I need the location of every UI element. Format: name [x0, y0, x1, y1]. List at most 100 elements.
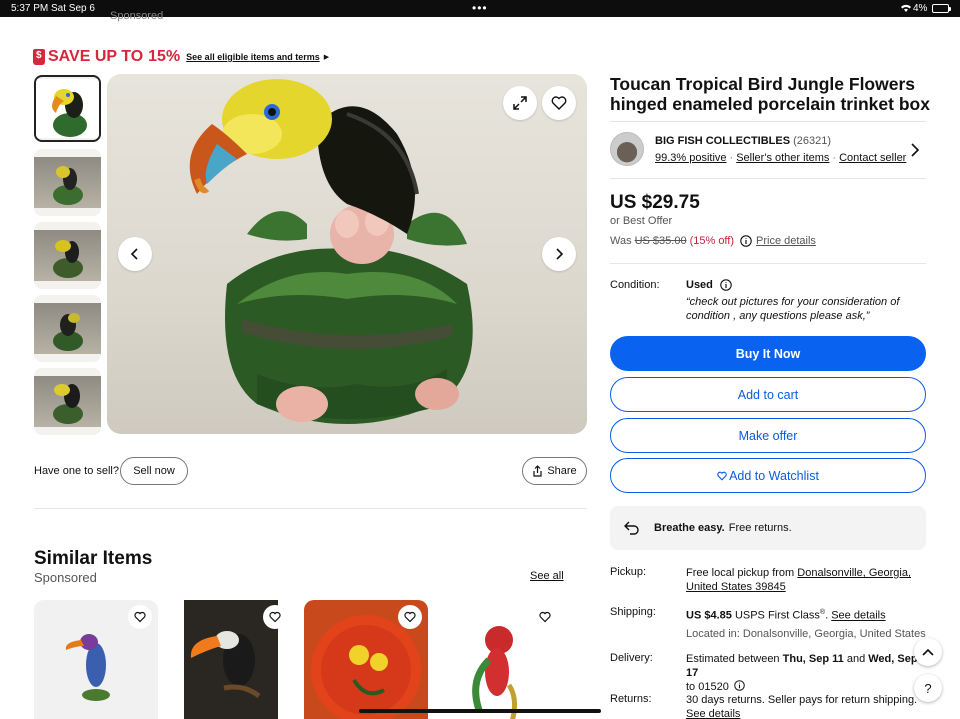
help-button[interactable]: ?	[914, 674, 942, 702]
fullscreen-button[interactable]	[503, 86, 537, 120]
battery-icon	[932, 4, 951, 13]
shipping-see-details-link[interactable]: See details	[831, 610, 885, 622]
shipping-value: US $4.85 USPS First Class®. See details	[686, 609, 886, 622]
share-button[interactable]: Share	[522, 457, 587, 485]
price-divider	[610, 263, 926, 264]
thumbnail-toucan-image	[52, 89, 87, 137]
delivery-and: and	[846, 653, 866, 665]
seller-other-items-link[interactable]: Seller's other items	[736, 152, 829, 164]
thumbnail-3[interactable]	[34, 222, 101, 289]
promo-percent: 15%	[148, 48, 181, 65]
seller-name[interactable]: BIG FISH COLLECTIBLES	[655, 135, 790, 147]
promo-save-text: SAVE UP TO	[48, 48, 144, 65]
was-label: Was	[610, 235, 632, 247]
returns-banner-bold: Breathe easy.	[654, 522, 725, 534]
heart-icon	[134, 611, 146, 623]
watchlist-label: Add to Watchlist	[729, 468, 819, 483]
multitask-dots-icon[interactable]: •••	[472, 1, 488, 15]
thumbnail-4[interactable]	[34, 295, 101, 362]
contact-seller-link[interactable]: Contact seller	[839, 152, 906, 164]
heart-icon	[269, 611, 281, 623]
seller-info[interactable]: BIG FISH COLLECTIBLES (26321)	[655, 135, 831, 147]
delivery-from: Thu, Sep 11	[782, 653, 844, 665]
shipping-label: Shipping:	[610, 606, 656, 618]
pickup-text: Free local pickup from	[686, 567, 795, 579]
returns-banner-text: Free returns.	[728, 522, 792, 534]
seller-divider	[610, 178, 926, 179]
sell-now-button[interactable]: Sell now	[120, 457, 188, 485]
similar-sponsored-label: Sponsored	[34, 570, 97, 585]
thumbnail-5[interactable]	[34, 368, 101, 435]
similar-item-heart-button[interactable]	[128, 605, 152, 629]
status-date: Sat Sep 6	[51, 3, 95, 14]
best-offer-label: or Best Offer	[610, 215, 673, 227]
original-price: US $35.00	[634, 235, 687, 247]
heart-icon	[539, 611, 551, 623]
product-title: Toucan Tropical Bird Jungle Flowers hing…	[610, 74, 930, 114]
returns-label: Returns:	[610, 693, 652, 705]
info-icon[interactable]	[720, 279, 732, 291]
pickup-label: Pickup:	[610, 566, 647, 578]
buy-it-now-button[interactable]: Buy It Now	[610, 336, 926, 371]
delivery-text: Estimated between	[686, 653, 780, 665]
similar-item-heart-button[interactable]	[533, 605, 557, 629]
toucan-trinket-box-image	[189, 79, 473, 424]
thumbnail-image-2	[53, 166, 83, 205]
previous-image-button[interactable]	[118, 237, 152, 271]
title-divider	[610, 121, 926, 122]
chevron-up-icon	[922, 648, 934, 656]
next-image-button[interactable]	[542, 237, 576, 271]
promo-terms-link[interactable]: See all eligible items and terms	[186, 52, 320, 62]
battery-percent: 4%	[913, 3, 928, 14]
registered-mark: ®	[819, 609, 826, 616]
chevron-right-icon	[556, 248, 564, 260]
main-product-image[interactable]	[107, 74, 587, 434]
price-tag-icon	[33, 49, 45, 65]
chevron-right-icon[interactable]	[910, 143, 920, 157]
info-icon[interactable]	[740, 235, 752, 247]
price-details-link[interactable]: Price details	[756, 235, 816, 247]
add-to-cart-button[interactable]: Add to cart	[610, 377, 926, 412]
returns-text: 30 days returns. Seller pays for return …	[686, 694, 918, 706]
watch-heart-button[interactable]	[542, 86, 576, 120]
similar-item-card[interactable]	[34, 600, 158, 719]
similar-item-heart-button[interactable]	[263, 605, 287, 629]
make-offer-button[interactable]: Make offer	[610, 418, 926, 453]
condition-value: Used	[686, 279, 713, 291]
similar-item-card[interactable]	[169, 600, 293, 719]
item-location: Located in: Donalsonville, Georgia, Unit…	[686, 628, 926, 640]
wifi-icon	[901, 4, 911, 12]
shipping-cost: US $4.85	[686, 609, 732, 622]
sell-prompt: Have one to sell?	[34, 465, 119, 477]
similar-item-card[interactable]	[439, 600, 563, 719]
similar-item-heart-button[interactable]	[398, 605, 422, 629]
seller-feedback-count: (26321)	[793, 135, 832, 147]
scroll-to-top-button[interactable]	[914, 638, 942, 666]
seller-avatar[interactable]	[610, 132, 644, 166]
shipping-service: USPS First Class	[734, 609, 820, 622]
home-indicator[interactable]	[359, 709, 601, 713]
condition-label: Condition:	[610, 279, 660, 291]
thumbnail-1[interactable]	[34, 75, 101, 142]
return-arrow-icon	[624, 521, 639, 535]
pickup-value: Free local pickup from Donalsonville, Ge…	[686, 566, 926, 594]
status-time: 5:37 PM	[11, 3, 49, 14]
question-mark-icon: ?	[924, 680, 932, 696]
info-icon[interactable]	[734, 680, 745, 691]
similar-item-card[interactable]	[304, 600, 428, 719]
see-all-link[interactable]: See all	[530, 570, 564, 582]
pickup-location-link-2[interactable]: United States 39845	[686, 581, 786, 593]
returns-see-details-link[interactable]: See details	[686, 708, 740, 719]
seller-links: 99.3% positive · Seller's other items · Cont…	[655, 152, 907, 164]
thumbnail-image-4	[53, 313, 83, 351]
triangle-right-icon: ▶	[323, 54, 330, 61]
heart-icon	[551, 96, 567, 110]
thumbnail-2[interactable]	[34, 149, 101, 216]
share-icon	[533, 465, 542, 477]
seller-positive-link[interactable]: 99.3% positive	[655, 152, 727, 164]
returns-value: 30 days returns. Seller pays for return …	[686, 693, 926, 719]
add-to-watchlist-button[interactable]: Add to Watchlist	[610, 458, 926, 493]
delivery-value: Estimated between Thu, Sep 11 and Wed, S…	[686, 652, 926, 694]
pickup-location-link[interactable]: Donalsonville, Georgia,	[797, 567, 911, 579]
free-returns-banner: Breathe easy. Free returns.	[610, 506, 926, 550]
